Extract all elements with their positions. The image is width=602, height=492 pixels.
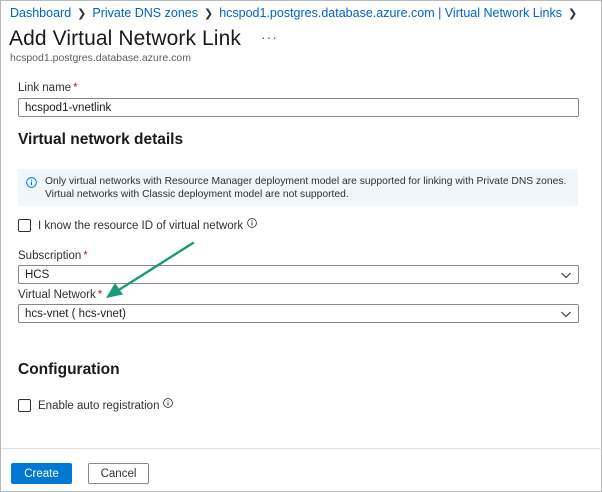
breadcrumb-virtual-network-links[interactable]: hcspod1.postgres.database.azure.com | Vi… bbox=[219, 6, 562, 20]
virtual-network-label: Virtual Network * bbox=[18, 289, 102, 301]
chevron-right-icon: ❯ bbox=[77, 7, 87, 20]
page-title: Add Virtual Network Link bbox=[9, 27, 241, 50]
breadcrumb-private-dns-zones[interactable]: Private DNS zones bbox=[92, 6, 198, 20]
annotation-arrow bbox=[106, 241, 195, 298]
info-icon[interactable] bbox=[247, 218, 258, 228]
info-text: Only virtual networks with Resource Mana… bbox=[45, 176, 567, 200]
vnet-details-heading: Virtual network details bbox=[18, 131, 184, 148]
configuration-heading: Configuration bbox=[18, 361, 120, 378]
virtual-network-value: hcs-vnet ( hcs-vnet) bbox=[25, 307, 126, 320]
footer-divider bbox=[1, 448, 602, 449]
resource-id-checkbox[interactable] bbox=[18, 219, 31, 232]
auto-registration-label: Enable auto registration bbox=[38, 399, 160, 412]
auto-registration-row[interactable]: Enable auto registration bbox=[18, 398, 174, 412]
link-name-label: Link name * bbox=[18, 82, 78, 94]
cancel-button[interactable]: Cancel bbox=[88, 463, 149, 484]
chevron-right-icon: ❯ bbox=[203, 7, 214, 20]
link-name-label-text: Link name bbox=[18, 82, 72, 94]
link-name-input[interactable] bbox=[18, 98, 579, 117]
breadcrumb-dashboard[interactable]: Dashboard bbox=[10, 6, 71, 20]
auto-registration-checkbox[interactable] bbox=[18, 399, 31, 412]
subscription-value: HCS bbox=[25, 268, 50, 281]
info-message: Only virtual networks with Resource Mana… bbox=[18, 169, 578, 206]
subscription-label: Subscription * bbox=[18, 250, 88, 262]
page-subtitle: hcspod1.postgres.database.azure.com bbox=[10, 52, 191, 64]
breadcrumb: Dashboard ❯ Private DNS zones ❯ hcspod1.… bbox=[10, 6, 583, 20]
virtual-network-dropdown[interactable]: hcs-vnet ( hcs-vnet) bbox=[18, 304, 579, 323]
info-icon[interactable] bbox=[163, 398, 174, 408]
resource-id-checkbox-label: I know the resource ID of virtual networ… bbox=[38, 219, 244, 232]
chevron-right-icon: ❯ bbox=[567, 7, 578, 20]
title-row: Add Virtual Network Link ··· bbox=[9, 27, 278, 51]
resource-id-checkbox-row[interactable]: I know the resource ID of virtual networ… bbox=[18, 218, 258, 232]
chevron-down-icon bbox=[561, 311, 571, 317]
create-button[interactable]: Create bbox=[11, 463, 72, 484]
more-options-button[interactable]: ··· bbox=[261, 29, 278, 45]
chevron-down-icon bbox=[561, 272, 571, 278]
required-marker: * bbox=[83, 250, 88, 262]
info-icon bbox=[26, 177, 37, 188]
required-marker: * bbox=[73, 82, 78, 94]
virtual-network-label-text: Virtual Network bbox=[18, 289, 96, 301]
subscription-label-text: Subscription bbox=[18, 250, 82, 262]
